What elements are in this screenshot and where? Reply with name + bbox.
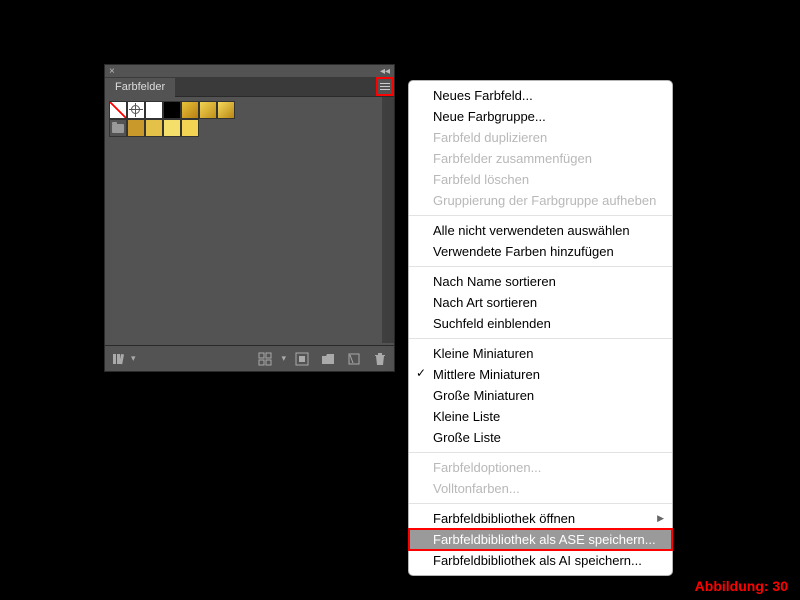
swatch-none[interactable] (109, 101, 127, 119)
menu-item[interactable]: Neue Farbgruppe... (409, 106, 672, 127)
chevron-down-icon: ▾ (281, 353, 286, 364)
menu-item[interactable]: Kleine Liste (409, 406, 672, 427)
scrollbar[interactable] (382, 97, 394, 343)
swatch-registration[interactable] (127, 101, 145, 119)
swatch[interactable] (127, 119, 145, 137)
library-menu-button[interactable] (109, 350, 129, 368)
close-icon[interactable]: × (109, 66, 115, 77)
menu-item[interactable]: Große Miniaturen (409, 385, 672, 406)
swatch[interactable] (181, 101, 199, 119)
swatch[interactable] (163, 101, 181, 119)
swatch[interactable] (217, 101, 235, 119)
menu-separator (409, 215, 672, 216)
swatch-options-button[interactable] (292, 350, 312, 368)
menu-item[interactable]: Suchfeld einblenden (409, 313, 672, 334)
chevron-down-icon: ▾ (131, 353, 136, 364)
menu-item[interactable]: Farbfeldbibliothek öffnen (409, 508, 672, 529)
new-colorgroup-button[interactable] (318, 350, 338, 368)
menu-item[interactable]: Alle nicht verwendeten auswählen (409, 220, 672, 241)
tab-swatches[interactable]: Farbfelder (105, 78, 175, 97)
menu-item[interactable]: Neues Farbfeld... (409, 85, 672, 106)
menu-separator (409, 452, 672, 453)
menu-item: Farbfelder zusammenfügen (409, 148, 672, 169)
menu-item[interactable]: Verwendete Farben hinzufügen (409, 241, 672, 262)
swatch[interactable] (145, 119, 163, 137)
swatch-grid (105, 97, 394, 343)
swatches-panel: × ◂◂ Farbfelder ▾ ▾ (104, 64, 395, 372)
delete-button[interactable] (370, 350, 390, 368)
menu-separator (409, 503, 672, 504)
new-swatch-button[interactable] (344, 350, 364, 368)
menu-item[interactable]: Nach Name sortieren (409, 271, 672, 292)
menu-item: Gruppierung der Farbgruppe aufheben (409, 190, 672, 211)
menu-item: Farbfeldoptionen... (409, 457, 672, 478)
panel-titlebar: × ◂◂ (105, 65, 394, 77)
swatch-folder[interactable] (109, 119, 127, 137)
collapse-icon[interactable]: ◂◂ (380, 66, 390, 77)
figure-label: Abbildung: 30 (695, 578, 788, 594)
menu-separator (409, 338, 672, 339)
menu-item[interactable]: Nach Art sortieren (409, 292, 672, 313)
menu-separator (409, 266, 672, 267)
menu-item: Farbfeld duplizieren (409, 127, 672, 148)
swatch[interactable] (181, 119, 199, 137)
panel-footer: ▾ ▾ (105, 345, 394, 371)
menu-item[interactable]: Mittlere Miniaturen (409, 364, 672, 385)
menu-item: Farbfeld löschen (409, 169, 672, 190)
menu-item[interactable]: Kleine Miniaturen (409, 343, 672, 364)
menu-item[interactable]: Farbfeldbibliothek als ASE speichern... (409, 529, 672, 550)
menu-item: Volltonfarben... (409, 478, 672, 499)
swatch[interactable] (199, 101, 217, 119)
panel-tabbar: Farbfelder (105, 77, 394, 97)
swatch[interactable] (145, 101, 163, 119)
panel-flyout-menu: Neues Farbfeld...Neue Farbgruppe...Farbf… (408, 80, 673, 576)
grid-view-button[interactable] (255, 350, 275, 368)
menu-item[interactable]: Farbfeldbibliothek als AI speichern... (409, 550, 672, 571)
swatch[interactable] (163, 119, 181, 137)
menu-item[interactable]: Große Liste (409, 427, 672, 448)
panel-flyout-menu-button[interactable] (376, 77, 394, 96)
